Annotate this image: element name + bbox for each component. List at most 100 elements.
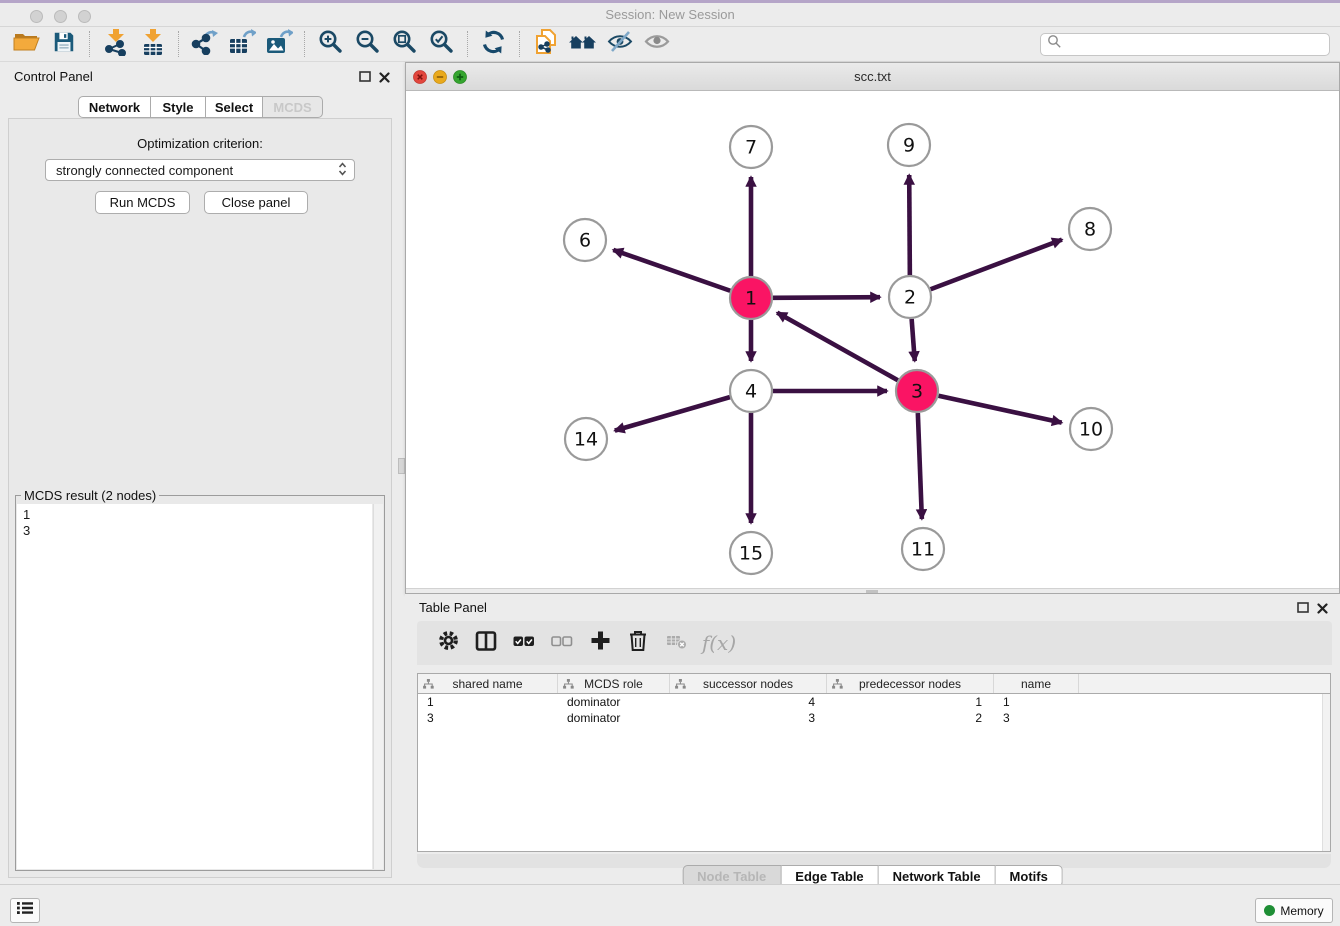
graph-node-3[interactable]: 3 [896,370,938,412]
graph-node-label: 4 [745,381,757,403]
table-cell[interactable]: 3 [994,710,1079,726]
table-cell[interactable]: 1 [418,694,558,710]
graph-node-6[interactable]: 6 [564,219,606,261]
column-label: successor nodes [703,677,793,691]
open-session-button[interactable] [8,29,45,59]
column-header-successor-nodes[interactable]: successor nodes [670,674,827,693]
delete-table-button[interactable] [657,626,695,660]
zoom-fit-button[interactable] [386,29,423,59]
tab-select[interactable]: Select [206,96,263,118]
close-panel-button[interactable]: Close panel [204,191,308,214]
memory-status-icon [1264,905,1275,916]
show-columns-button[interactable] [467,626,505,660]
create-column-button[interactable] [581,626,619,660]
search-box[interactable] [1040,33,1330,56]
import-table-button[interactable] [134,29,171,59]
zoom-in-button[interactable] [312,29,349,59]
graph-node-10[interactable]: 10 [1070,408,1112,450]
mcds-result-list: 13 [17,504,372,869]
table-cell[interactable]: 3 [670,710,827,726]
optimization-criterion-dropdown[interactable]: strongly connected component [45,159,355,181]
export-image-button[interactable] [260,29,297,59]
graph-edge-2-9[interactable] [909,175,910,275]
table-cell[interactable]: 2 [827,710,994,726]
table-settings-button[interactable] [429,626,467,660]
column-header-shared-name[interactable]: shared name [418,674,558,693]
table-cell[interactable]: 1 [827,694,994,710]
graph-edge-2-8[interactable] [931,240,1062,290]
control-panel: Control Panel NetworkStyleSelectMCDS Opt… [0,62,400,884]
table-row[interactable]: 3dominator323 [418,710,1330,726]
table-cell[interactable]: 3 [418,710,558,726]
graph-edge-3-11[interactable] [918,413,922,519]
tab-style[interactable]: Style [151,96,206,118]
panel-divider-handle[interactable] [398,458,405,474]
graph-edge-1-6[interactable] [613,250,730,291]
graph-node-15[interactable]: 15 [730,532,772,574]
delete-column-button[interactable] [619,626,657,660]
network-canvas[interactable]: 7 9 6 8 1 2 4 3 14 10 15 11 [406,91,1339,588]
float-panel-icon[interactable] [1297,601,1309,619]
export-table-button[interactable] [223,29,260,59]
graph-edge-3-1[interactable] [777,313,898,381]
run-mcds-button[interactable]: Run MCDS [95,191,190,214]
home-layout-button[interactable] [564,29,601,59]
graph-node-11[interactable]: 11 [902,528,944,570]
graph-edge-4-14[interactable] [615,397,730,430]
graph-edge-3-10[interactable] [938,396,1061,423]
network-window-titlebar[interactable]: scc.txt [406,63,1339,91]
search-input[interactable] [1066,35,1329,54]
column-header-name[interactable]: name [994,674,1079,693]
graph-node-8[interactable]: 8 [1069,208,1111,250]
duplicate-network-button[interactable] [527,29,564,59]
function-builder-button[interactable]: f(x) [695,626,743,660]
graph-node-1[interactable]: 1 [730,277,772,319]
table-header-row: shared nameMCDS role successor nodes prede… [418,674,1330,694]
graph-edge-2-3[interactable] [912,319,915,361]
save-session-button[interactable] [45,29,82,59]
mcds-result-legend: MCDS result (2 nodes) [21,488,159,503]
refresh-button[interactable] [475,29,512,59]
table-vertical-scrollbar[interactable] [1322,694,1330,851]
import-network-button[interactable] [97,29,134,59]
hide-selected-button[interactable] [601,29,638,59]
export-network-button[interactable] [186,29,223,59]
close-panel-icon[interactable] [379,70,390,88]
tab-network[interactable]: Network [78,96,151,118]
column-type-icon [563,678,574,692]
graph-node-9[interactable]: 9 [888,124,930,166]
column-header-predecessor-nodes[interactable]: predecessor nodes [827,674,994,693]
close-panel-icon[interactable] [1317,601,1328,619]
app-title: Session: New Session [0,7,1340,22]
deselect-all-columns-button[interactable] [543,626,581,660]
graph-node-7[interactable]: 7 [730,126,772,168]
zoom-out-button[interactable] [349,29,386,59]
table-panel-title: Table Panel [419,600,487,615]
chevron-updown-icon [336,162,349,179]
graph-node-14[interactable]: 14 [565,418,607,460]
graph-node-label: 10 [1079,419,1103,441]
column-header-mcds-role[interactable]: MCDS role [558,674,670,693]
table-cell[interactable]: 1 [994,694,1079,710]
result-scrollbar[interactable] [373,504,383,869]
duplicate-network-icon [533,28,559,61]
select-all-columns-button[interactable] [505,626,543,660]
zoom-selected-button[interactable] [423,29,460,59]
import-network-icon [103,28,129,61]
float-panel-icon[interactable] [359,70,371,88]
graph-node-2[interactable]: 2 [889,276,931,318]
graph-edge-1-2[interactable] [773,297,880,298]
mcds-result-line: 1 [23,507,372,523]
table-row[interactable]: 1dominator411 [418,694,1330,710]
trash-icon [627,629,649,657]
tab-mcds[interactable]: MCDS [263,96,323,118]
show-all-button[interactable] [638,29,675,59]
network-horizontal-scrollbar[interactable] [406,588,1339,593]
task-history-button[interactable] [10,898,40,923]
memory-button[interactable]: Memory [1255,898,1333,923]
table-cell[interactable]: 4 [670,694,827,710]
table-cell[interactable]: dominator [558,694,670,710]
scrollbar-handle[interactable] [866,590,878,593]
graph-node-4[interactable]: 4 [730,370,772,412]
table-cell[interactable]: dominator [558,710,670,726]
